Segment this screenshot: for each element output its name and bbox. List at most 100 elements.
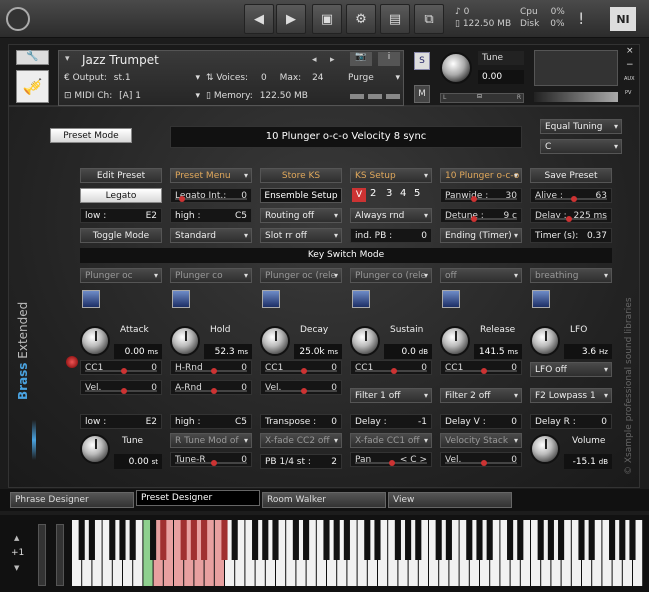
decay-knob[interactable]: [260, 326, 290, 356]
tab-view[interactable]: View: [388, 492, 512, 508]
tab-room-walker[interactable]: Room Walker: [262, 492, 386, 508]
black-key[interactable]: [609, 520, 616, 560]
slot-3-toggle[interactable]: [262, 290, 280, 308]
black-key[interactable]: [558, 520, 565, 560]
alive-slider[interactable]: Alive :63: [530, 188, 612, 203]
aux-button[interactable]: AUX: [624, 76, 635, 82]
timer-field[interactable]: Timer (s): 0.37: [530, 228, 612, 243]
black-key[interactable]: [476, 520, 483, 560]
mod-wheel[interactable]: [56, 524, 64, 586]
cc1-release-slider[interactable]: CC1 0: [440, 360, 522, 375]
toggle-mode-button[interactable]: Toggle Mode: [80, 228, 162, 243]
black-key[interactable]: [292, 520, 299, 560]
black-key[interactable]: [88, 520, 95, 560]
slot-4-toggle[interactable]: [352, 290, 370, 308]
next-instrument-button[interactable]: ▶: [276, 4, 306, 34]
black-key[interactable]: [231, 520, 238, 560]
lfo-knob[interactable]: [530, 326, 560, 356]
bottom-low-field[interactable]: low : E2: [80, 414, 162, 429]
ensemble-setup-button[interactable]: Ensemble Setup: [260, 188, 342, 203]
camera-icon[interactable]: 📷: [350, 52, 372, 66]
rtune-dropdown[interactable]: R Tune Mod of: [170, 433, 252, 448]
kontakt-logo-icon[interactable]: [6, 7, 30, 31]
routing-dropdown[interactable]: Routing off: [260, 208, 342, 223]
black-key[interactable]: [180, 520, 187, 560]
black-key[interactable]: [507, 520, 514, 560]
delay2-field[interactable]: Delay : -1: [350, 414, 432, 429]
delay-slider[interactable]: Delay :225 ms: [530, 208, 612, 223]
black-key[interactable]: [333, 520, 340, 560]
black-key[interactable]: [588, 520, 595, 560]
resize-icon[interactable]: ⧉: [414, 4, 444, 34]
black-key[interactable]: [78, 520, 85, 560]
bottom-tune-knob[interactable]: [80, 434, 110, 464]
black-key[interactable]: [150, 520, 157, 560]
black-key[interactable]: [445, 520, 452, 560]
pb-field[interactable]: PB 1/4 st :2: [260, 454, 342, 469]
gear-icon[interactable]: ⚙: [346, 4, 376, 34]
delayr-field[interactable]: Delay R :0: [530, 414, 612, 429]
octave-down-icon[interactable]: ▼: [14, 564, 19, 572]
volume-value[interactable]: -15.1 dB: [564, 454, 612, 469]
volume-knob[interactable]: [530, 434, 560, 464]
ks-button-3[interactable]: 3: [386, 188, 392, 199]
black-key[interactable]: [272, 520, 279, 560]
black-key[interactable]: [517, 520, 524, 560]
lfo-value[interactable]: 3.6 Hz: [564, 344, 612, 359]
tuning-dropdown[interactable]: Equal Tuning: [540, 119, 622, 134]
black-key[interactable]: [619, 520, 626, 560]
header-collapse-icon[interactable]: ▾: [65, 54, 70, 64]
ind-pb-field[interactable]: ind. PB :0: [350, 228, 432, 243]
black-key[interactable]: [252, 520, 259, 560]
minimize-icon[interactable]: −: [626, 60, 634, 70]
info-icon[interactable]: i: [378, 52, 400, 66]
slot-6-dropdown[interactable]: breathing: [530, 268, 612, 283]
slot-1-dropdown[interactable]: Plunger oc: [80, 268, 162, 283]
filter2-dropdown[interactable]: Filter 2 off: [440, 388, 522, 403]
key-dropdown[interactable]: C: [540, 139, 622, 154]
pan-bottom-slider[interactable]: Pan < C >: [350, 452, 432, 467]
mute-button[interactable]: M: [414, 85, 430, 103]
vel-attack-slider[interactable]: Vel. 0: [80, 380, 162, 395]
black-key[interactable]: [323, 520, 330, 560]
high-field[interactable]: high : C5: [170, 208, 252, 223]
prev-instrument-button[interactable]: ◀: [244, 4, 274, 34]
store-ks-button[interactable]: Store KS: [260, 168, 342, 183]
release-value[interactable]: 141.5 ms: [474, 344, 522, 359]
header-next-icon[interactable]: ▸: [330, 55, 335, 65]
slot-5-toggle[interactable]: [442, 290, 460, 308]
black-key[interactable]: [190, 520, 197, 560]
black-key[interactable]: [364, 520, 371, 560]
instrument-name[interactable]: Jazz Trumpet: [82, 53, 159, 67]
bottom-tune-value[interactable]: 0.00 st: [114, 454, 162, 469]
ks-v-button[interactable]: V: [352, 188, 366, 202]
sustain-knob[interactable]: [350, 326, 380, 356]
black-key[interactable]: [537, 520, 544, 560]
arnd-slider[interactable]: A-Rnd 0: [170, 380, 252, 395]
pan-slider[interactable]: L ⊟ R: [440, 93, 524, 103]
low-field[interactable]: low : E2: [80, 208, 162, 223]
black-key[interactable]: [221, 520, 228, 560]
black-key[interactable]: [394, 520, 401, 560]
standard-dropdown[interactable]: Standard: [170, 228, 252, 243]
pv-button[interactable]: PV: [625, 90, 631, 96]
preset-mode-button[interactable]: Preset Mode: [50, 128, 132, 143]
pitch-wheel[interactable]: [38, 524, 46, 586]
decay-value[interactable]: 25.0k ms: [294, 344, 342, 359]
legato-button[interactable]: Legato: [80, 188, 162, 203]
slot-rr-dropdown[interactable]: Slot rr off: [260, 228, 342, 243]
warning-icon[interactable]: !: [578, 9, 584, 28]
black-key[interactable]: [109, 520, 116, 560]
output-row[interactable]: € Output: st.1 ▾: [64, 73, 200, 83]
slot-1-toggle[interactable]: [82, 290, 100, 308]
ks-button-5[interactable]: 5: [414, 188, 420, 199]
header-tune-value[interactable]: 0.00: [478, 70, 524, 84]
sustain-value[interactable]: 0.0 dB: [384, 344, 432, 359]
transpose-field[interactable]: Transpose :0: [260, 414, 342, 429]
slot-3-dropdown[interactable]: Plunger oc (rele: [260, 268, 342, 283]
black-key[interactable]: [578, 520, 585, 560]
black-key[interactable]: [435, 520, 442, 560]
black-key[interactable]: [405, 520, 412, 560]
panwide-slider[interactable]: Panwide :30: [440, 188, 522, 203]
bottom-high-field[interactable]: high : C5: [170, 414, 252, 429]
